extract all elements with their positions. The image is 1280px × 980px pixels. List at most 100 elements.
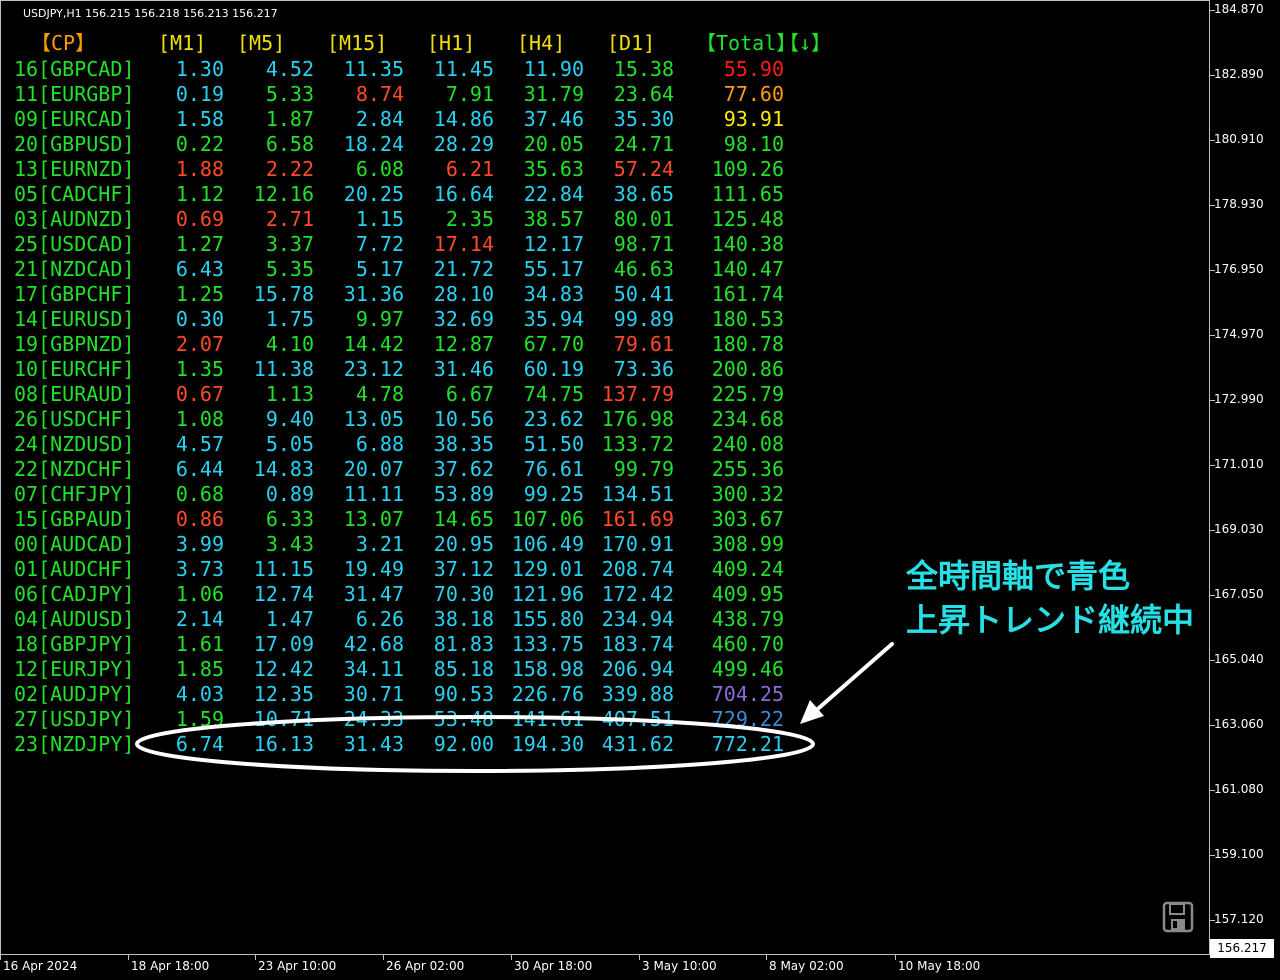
symbol-info: USDJPY,H1 156.215 156.218 156.213 156.21… [23, 7, 278, 20]
price-label: 169.030 [1214, 522, 1264, 536]
price-label: 159.100 [1214, 847, 1264, 861]
value-m5: 1.87 [265, 107, 314, 131]
value-total: 240.08 [711, 432, 784, 456]
value-m1: 1.27 [175, 232, 224, 256]
annotation-text: 全時間軸で青色 上昇トレンド継続中 [906, 554, 1194, 642]
value-m5: 6.58 [265, 132, 314, 156]
value-h1: 17.14 [433, 232, 494, 256]
value-m15: 19.49 [343, 557, 404, 581]
value-m1: 1.85 [175, 657, 224, 681]
value-m15: 13.05 [343, 407, 404, 431]
value-m5: 5.35 [265, 257, 314, 281]
value-m1: 1.35 [175, 357, 224, 381]
value-h4: 99.25 [523, 482, 584, 506]
pair-label: 22[NZDCHF] [14, 457, 135, 481]
value-m1: 4.57 [175, 432, 224, 456]
value-h1: 12.87 [433, 332, 494, 356]
save-icon[interactable] [1162, 901, 1194, 933]
time-label: 30 Apr 18:00 [514, 959, 593, 973]
value-total: 98.10 [723, 132, 784, 156]
value-h1: 92.00 [433, 732, 494, 756]
value-h1: 53.48 [433, 707, 494, 731]
value-d1: 99.79 [613, 457, 674, 481]
value-h1: 32.69 [433, 307, 494, 331]
value-m15: 34.11 [343, 657, 404, 681]
value-total: 300.32 [711, 482, 784, 506]
value-h4: 35.63 [523, 157, 584, 181]
value-h4: 31.79 [523, 82, 584, 106]
header-sort: 【↓】 [779, 31, 832, 55]
pair-label: 19[GBPNZD] [14, 332, 135, 356]
price-label: 161.080 [1214, 782, 1264, 796]
value-d1: 99.89 [613, 307, 674, 331]
header-cp: 【CP】 [31, 31, 96, 55]
pair-label: 00[AUDCAD] [14, 532, 135, 556]
value-d1: 172.42 [601, 582, 674, 606]
value-m15: 8.74 [355, 82, 404, 106]
value-h4: 51.50 [523, 432, 584, 456]
pair-label: 15[GBPAUD] [14, 507, 135, 531]
current-price-label: 156.217 [1210, 939, 1274, 958]
value-h4: 141.61 [511, 707, 584, 731]
value-m5: 4.10 [265, 332, 314, 356]
time-tick [766, 955, 767, 960]
value-m1: 4.03 [175, 682, 224, 706]
value-h1: 28.29 [433, 132, 494, 156]
value-d1: 137.79 [601, 382, 674, 406]
value-d1: 339.88 [601, 682, 674, 706]
value-m1: 1.12 [175, 182, 224, 206]
value-total: 180.53 [711, 307, 784, 331]
pair-label: 03[AUDNZD] [14, 207, 135, 231]
value-total: 308.99 [711, 532, 784, 556]
value-total: 234.68 [711, 407, 784, 431]
value-d1: 35.30 [613, 107, 674, 131]
pair-label: 04[AUDUSD] [14, 607, 135, 631]
value-h1: 14.86 [433, 107, 494, 131]
value-m15: 14.42 [343, 332, 404, 356]
header-d1: [D1] [607, 31, 656, 55]
value-m5: 3.37 [265, 232, 314, 256]
annotation-line-1: 全時間軸で青色 [906, 557, 1131, 595]
chart-window[interactable]: USDJPY,H1 156.215 156.218 156.213 156.21… [0, 0, 1210, 955]
time-label: 26 Apr 02:00 [386, 959, 465, 973]
value-m1: 0.86 [175, 507, 224, 531]
value-h1: 16.64 [433, 182, 494, 206]
value-h4: 12.17 [523, 232, 584, 256]
value-total: 460.70 [711, 632, 784, 656]
price-label: 171.010 [1214, 457, 1264, 471]
price-label: 167.050 [1214, 587, 1264, 601]
value-m5: 10.71 [253, 707, 314, 731]
value-d1: 431.62 [601, 732, 674, 756]
time-label: 16 Apr 2024 [3, 959, 78, 973]
value-h4: 11.90 [523, 57, 584, 81]
value-total: 438.79 [711, 607, 784, 631]
price-axis[interactable]: 184.870 182.890 180.910 178.930 176.950 174.9… [1210, 0, 1280, 955]
price-label: 184.870 [1214, 2, 1264, 16]
time-label: 3 May 10:00 [642, 959, 717, 973]
value-h1: 38.18 [433, 607, 494, 631]
value-m5: 11.38 [253, 357, 314, 381]
value-m1: 1.06 [175, 582, 224, 606]
value-m15: 11.35 [343, 57, 404, 81]
value-m15: 24.33 [343, 707, 404, 731]
value-h4: 37.46 [523, 107, 584, 131]
value-total: 729.22 [711, 707, 784, 731]
value-d1: 38.65 [613, 182, 674, 206]
value-m5: 1.75 [265, 307, 314, 331]
value-h4: 155.80 [511, 607, 584, 631]
time-label: 18 Apr 18:00 [131, 959, 210, 973]
value-d1: 208.74 [601, 557, 674, 581]
value-m15: 42.68 [343, 632, 404, 656]
value-m15: 7.72 [355, 232, 404, 256]
value-total: 200.86 [711, 357, 784, 381]
value-m5: 16.13 [253, 732, 314, 756]
value-m1: 0.69 [175, 207, 224, 231]
value-d1: 234.94 [601, 607, 674, 631]
time-axis[interactable]: 16 Apr 2024 18 Apr 18:00 23 Apr 10:00 26 Ap… [0, 955, 1210, 980]
value-total: 93.91 [723, 107, 784, 131]
value-h4: 67.70 [523, 332, 584, 356]
value-h1: 90.53 [433, 682, 494, 706]
time-tick [255, 955, 256, 960]
value-m15: 20.07 [343, 457, 404, 481]
value-m15: 1.15 [355, 207, 404, 231]
